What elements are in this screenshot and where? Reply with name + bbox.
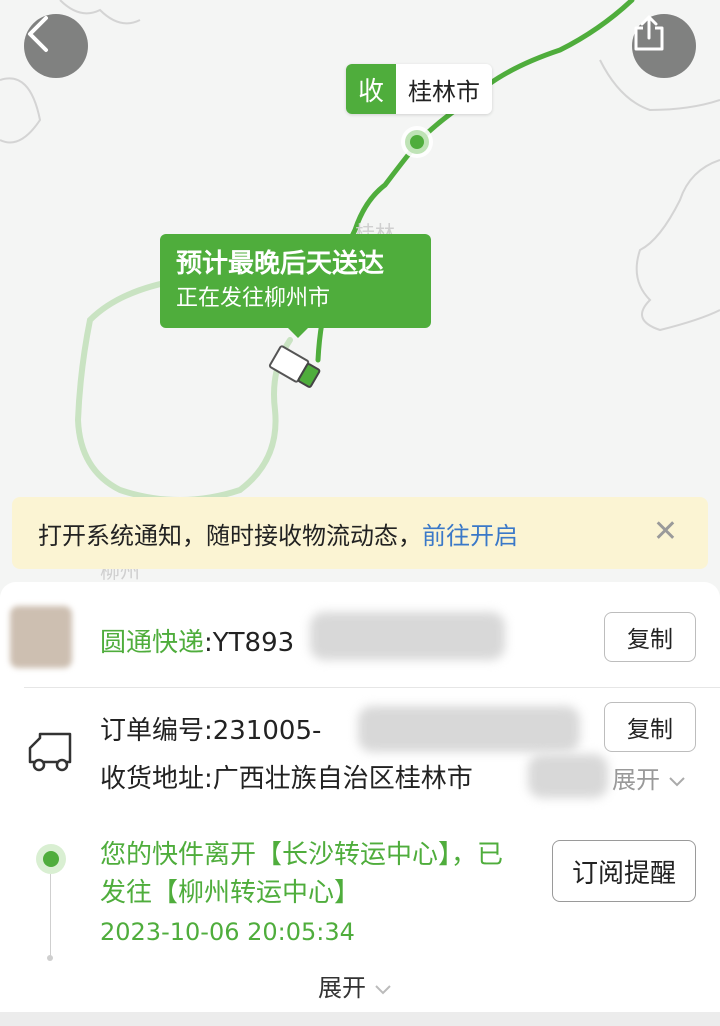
tracking-expand-label: 展开 <box>318 974 366 1002</box>
courier-logo <box>10 606 72 668</box>
detail-sheet: 圆通快递:YT893 复制 订单编号:231005- 复制 收货地址:广西壮族自… <box>0 582 720 1012</box>
tracking-number: YT893 <box>212 628 295 658</box>
notification-text: 打开系统通知，随时接收物流动态， <box>38 521 422 550</box>
subscribe-button[interactable]: 订阅提醒 <box>552 840 696 902</box>
address-line: 收货地址:广西壮族自治区桂林市 <box>100 758 473 795</box>
destination-tag: 收 桂林市 <box>346 64 492 114</box>
redacted-tracking <box>310 612 505 660</box>
courier-line: 圆通快递:YT893 <box>100 628 295 658</box>
chevron-down-icon <box>668 777 685 787</box>
event-timestamp: 2023-10-06 20:05:34 <box>100 918 355 946</box>
tracking-expand[interactable]: 展开 <box>318 968 392 1003</box>
courier-name: 圆通快递 <box>100 628 205 658</box>
order-number-line: 订单编号:231005- <box>100 710 321 747</box>
timeline-end <box>47 955 53 961</box>
timeline-line <box>50 874 51 958</box>
notification-banner: 打开系统通知，随时接收物流动态， 前往开启 ✕ <box>12 497 708 569</box>
destination-city: 桂林市 <box>396 64 492 114</box>
address-expand[interactable]: 展开 <box>612 760 686 795</box>
order-number-label: 订单编号: <box>100 716 213 746</box>
bottom-strip <box>0 1012 720 1026</box>
address-expand-label: 展开 <box>612 766 660 794</box>
divider <box>24 687 720 688</box>
enable-notification-link[interactable]: 前往开启 <box>422 516 518 551</box>
timeline-dot <box>36 844 66 874</box>
receive-badge: 收 <box>346 64 396 114</box>
latest-event: 您的快件离开【长沙转运中心】，已发往【柳州转运中心】 <box>100 840 504 908</box>
order-number: 231005- <box>212 716 322 746</box>
redacted-order <box>358 706 580 752</box>
share-button[interactable] <box>632 14 696 78</box>
copy-order-button[interactable]: 复制 <box>604 702 696 752</box>
address: 广西壮族自治区桂林市 <box>212 764 473 794</box>
truck-outline-icon <box>28 732 72 772</box>
address-label: 收货地址: <box>100 764 213 794</box>
chevron-left-icon <box>28 16 48 52</box>
eta-bubble: 预计最晚后天送达 正在发往柳州市 <box>160 234 431 338</box>
back-button[interactable] <box>24 14 88 78</box>
copy-tracking-button[interactable]: 复制 <box>604 612 696 662</box>
redacted-address <box>528 754 608 798</box>
chevron-down-icon <box>374 985 391 995</box>
share-icon <box>634 15 664 51</box>
close-icon[interactable]: ✕ <box>653 517 678 547</box>
eta-subtitle: 正在发往柳州市 <box>176 286 331 311</box>
eta-title: 预计最晚后天送达 <box>176 249 385 279</box>
